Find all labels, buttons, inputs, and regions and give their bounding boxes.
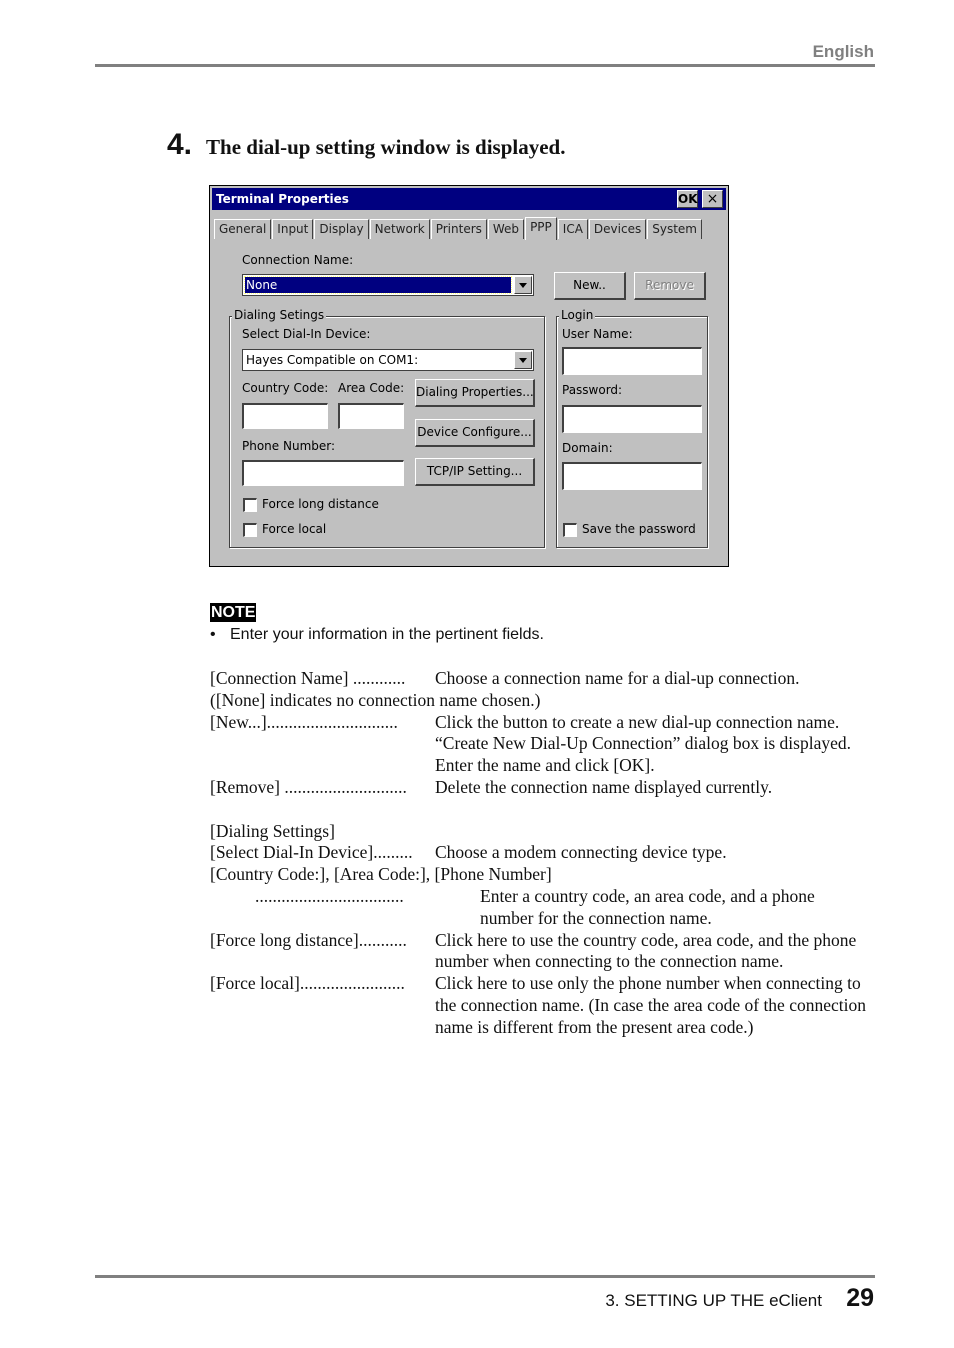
def-desc: Click here to use the country code, area… (435, 929, 857, 972)
def-heading: [Country Code:], [Area Code:], [Phone Nu… (210, 864, 552, 885)
save-password-label: Save the password (582, 522, 696, 536)
save-password-checkbox[interactable] (563, 523, 577, 537)
def-desc: Click the button to create a new dial-up… (435, 712, 870, 777)
force-long-distance-checkbox[interactable] (243, 498, 257, 512)
tab-network[interactable]: Network (369, 219, 430, 239)
user-name-input[interactable] (562, 347, 702, 375)
tab-system[interactable]: System (647, 219, 702, 239)
tab-ppp[interactable]: PPP (525, 217, 557, 240)
def-desc: Delete the connection name displayed cur… (435, 776, 773, 797)
def-term: [Force local]........................ (210, 973, 405, 994)
close-icon[interactable]: × (702, 190, 723, 208)
def-row-local: [Force local]........................ Cl… (210, 973, 870, 1038)
force-local-label: Force local (262, 522, 327, 536)
dialing-properties-button[interactable]: Dialing Properties... (415, 379, 535, 407)
ok-button[interactable]: OK (677, 190, 698, 208)
step-heading: 4. The dial-up setting window is display… (167, 128, 565, 162)
bullet-icon: • (210, 626, 216, 643)
domain-label: Domain: (562, 441, 613, 455)
dial-in-device-dropdown[interactable]: Hayes Compatible on COM1: (242, 349, 534, 371)
dial-in-device-value: Hayes Compatible on COM1: (246, 353, 419, 367)
note-tag: NOTE (210, 603, 257, 622)
def-desc: Click here to use only the phone number … (435, 973, 866, 1037)
def-row-select-device: [Select Dial-In Device]......... Choose … (210, 842, 870, 864)
note-item: • Enter your information in the pertinent… (210, 626, 544, 644)
country-code-input[interactable] (242, 403, 328, 429)
phone-number-label: Phone Number: (242, 439, 336, 453)
country-code-label: Country Code: (242, 381, 329, 395)
def-term: [New...].............................. (210, 711, 398, 732)
connection-name-dropdown[interactable]: None (242, 274, 534, 296)
user-name-label: User Name: (562, 327, 633, 341)
force-long-distance-label: Force long distance (262, 497, 379, 511)
note-text: Enter your information in the pertinent … (230, 626, 544, 643)
def-row-codes: .................................. Enter… (210, 886, 870, 930)
definitions-list: [Connection Name] ............ Choose a … (210, 668, 870, 1039)
password-input[interactable] (562, 405, 702, 433)
def-term: [Remove] ............................ (210, 776, 407, 797)
tab-input[interactable]: Input (272, 219, 314, 239)
dialog-title: Terminal Properties (216, 192, 349, 206)
remove-button[interactable]: Remove (634, 272, 706, 300)
tab-web[interactable]: Web (487, 219, 525, 239)
area-code-label: Area Code: (338, 381, 405, 395)
terminal-properties-dialog: Terminal Properties OK × General Input D… (209, 185, 729, 567)
phone-number-input[interactable] (242, 460, 404, 486)
def-desc-line: Click the button to create a new dial-up… (435, 711, 840, 732)
force-local-checkbox[interactable] (243, 523, 257, 537)
footer-rule (95, 1275, 875, 1278)
footer-section: 3. SETTING UP THE eClient (605, 1291, 822, 1310)
device-configure-button[interactable]: Device Configure... (415, 419, 535, 447)
chevron-down-icon[interactable] (514, 351, 532, 369)
domain-input[interactable] (562, 462, 702, 490)
def-row-connection-name: [Connection Name] ............ Choose a … (210, 668, 870, 690)
def-term: [Connection Name] ............ (210, 668, 406, 688)
def-heading: [Dialing Settings] (210, 820, 335, 841)
def-term: .................................. (255, 885, 404, 906)
header-language: English (812, 42, 874, 61)
tab-general[interactable]: General (214, 219, 272, 239)
tcpip-setting-button[interactable]: TCP/IP Setting... (415, 458, 535, 486)
title-bar: Terminal Properties OK × (212, 188, 726, 210)
chevron-down-icon[interactable] (514, 276, 532, 294)
tab-display[interactable]: Display (314, 219, 369, 239)
login-legend: Login (559, 308, 596, 322)
page-number: 29 (846, 1284, 874, 1312)
header-rule (95, 64, 875, 67)
def-term: [Select Dial-In Device]......... (210, 842, 413, 863)
def-row-remove: [Remove] ............................ De… (210, 777, 870, 799)
tab-devices[interactable]: Devices (588, 219, 647, 239)
tab-ica[interactable]: ICA (557, 219, 588, 239)
new-button[interactable]: New.. (554, 272, 626, 300)
def-desc-line: Enter the name and click [OK]. (435, 755, 655, 776)
step-number: 4. (167, 128, 193, 161)
def-desc-line: “Create New Dial-Up Connection” dialog b… (435, 733, 852, 754)
def-row-new: [New...].............................. C… (210, 712, 870, 777)
tab-strip: General Input Display Network Printers W… (214, 217, 703, 240)
def-desc: Choose a connection name for a dial-up c… (435, 668, 800, 688)
connection-name-label: Connection Name: (242, 253, 354, 267)
def-desc: Choose a modem connecting device type. (435, 842, 727, 863)
step-text: The dial-up setting window is displayed. (206, 135, 566, 159)
def-desc: Enter a country code, an area code, and … (480, 885, 815, 928)
select-device-label: Select Dial-In Device: (242, 327, 371, 341)
def-note: ([None] indicates no connection name cho… (210, 689, 541, 710)
connection-name-value: None (244, 276, 512, 294)
def-term: [Force long distance]........... (210, 929, 407, 950)
def-row-long-distance: [Force long distance]........... Click h… (210, 930, 870, 974)
area-code-input[interactable] (338, 403, 404, 429)
tab-printers[interactable]: Printers (430, 219, 487, 239)
dialing-settings-legend: Dialing Setings (232, 308, 327, 322)
password-label: Password: (562, 383, 623, 397)
